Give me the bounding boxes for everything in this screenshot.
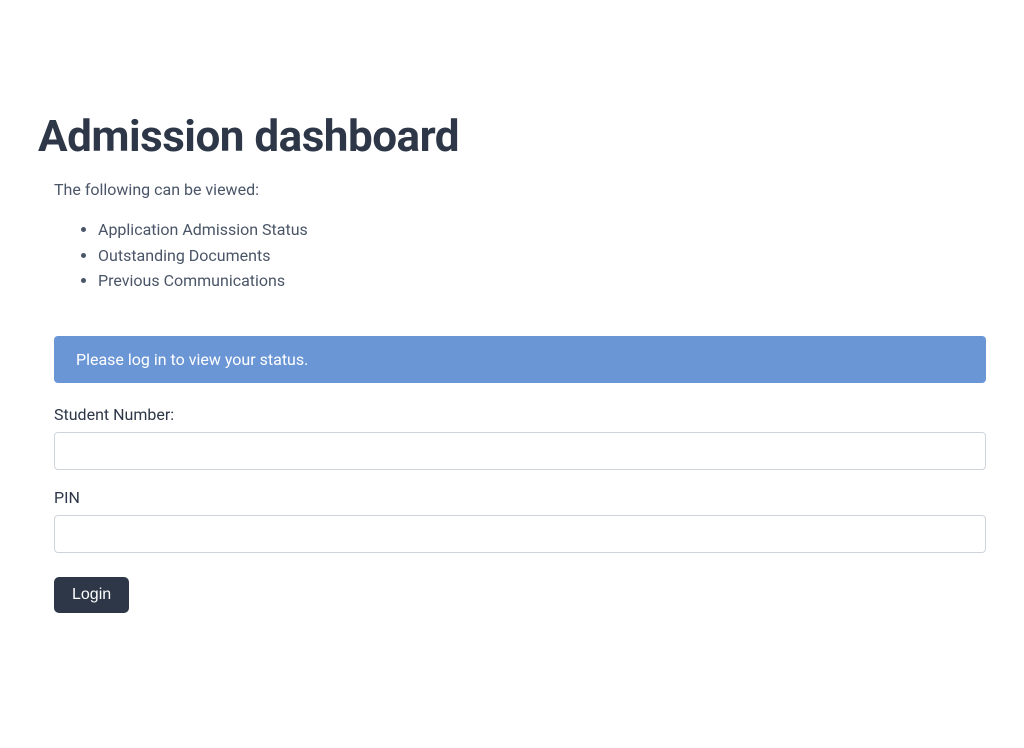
intro-text: The following can be viewed: (54, 180, 986, 199)
list-item: Application Admission Status (98, 217, 986, 243)
student-number-input[interactable] (54, 432, 986, 470)
features-list: Application Admission Status Outstanding… (54, 217, 986, 294)
page-title: Admission dashboard (38, 110, 986, 162)
student-number-label: Student Number: (54, 405, 986, 424)
login-form: Student Number: PIN Login (54, 405, 986, 613)
login-button[interactable]: Login (54, 577, 129, 613)
pin-label: PIN (54, 488, 986, 507)
login-alert: Please log in to view your status. (54, 336, 986, 383)
list-item: Previous Communications (98, 268, 986, 294)
pin-input[interactable] (54, 515, 986, 553)
list-item: Outstanding Documents (98, 243, 986, 269)
